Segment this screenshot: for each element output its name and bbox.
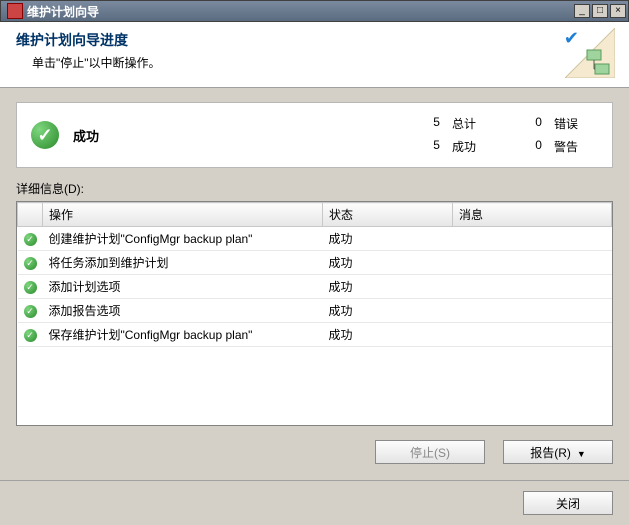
row-action: 保存维护计划"ConfigMgr backup plan" — [43, 323, 323, 347]
row-message — [453, 275, 612, 299]
col-icon[interactable] — [18, 203, 43, 227]
stop-button[interactable]: 停止(S) — [375, 440, 485, 464]
minimize-button[interactable]: _ — [574, 4, 590, 18]
col-message[interactable]: 消息 — [453, 203, 612, 227]
maximize-button[interactable]: □ — [592, 4, 608, 18]
status-label: 成功 — [73, 126, 213, 145]
report-button-label: 报告(R) — [530, 446, 571, 460]
table-row[interactable]: ✓添加报告选项成功 — [18, 299, 612, 323]
row-status: 成功 — [323, 275, 453, 299]
success-label: 成功 — [452, 138, 476, 155]
grid-header-row: 操作 状态 消息 — [18, 203, 612, 227]
row-status-icon: ✓ — [18, 227, 43, 251]
footer: 关闭 — [0, 480, 629, 525]
window-controls: _ □ × — [574, 4, 626, 18]
error-count: 0 — [526, 115, 542, 132]
success-count: 5 — [424, 138, 440, 155]
row-action: 添加计划选项 — [43, 275, 323, 299]
warning-label: 警告 — [554, 138, 578, 155]
row-status-icon: ✓ — [18, 299, 43, 323]
page-title: 维护计划向导进度 — [16, 30, 613, 50]
row-status: 成功 — [323, 299, 453, 323]
header-graphic-icon — [565, 28, 615, 78]
details-label: 详细信息(D): — [16, 180, 613, 197]
report-button[interactable]: 报告(R) ▼ — [503, 440, 613, 464]
row-status-icon: ✓ — [18, 251, 43, 275]
col-status[interactable]: 状态 — [323, 203, 453, 227]
row-message — [453, 323, 612, 347]
error-label: 错误 — [554, 115, 578, 132]
dropdown-arrow-icon: ▼ — [577, 449, 586, 459]
total-label: 总计 — [452, 115, 476, 132]
action-buttons: 停止(S) 报告(R) ▼ — [16, 426, 613, 464]
row-message — [453, 251, 612, 275]
title-bar: 维护计划向导 _ □ × — [0, 0, 629, 22]
row-message — [453, 299, 612, 323]
window-title: 维护计划向导 — [27, 3, 574, 20]
row-action: 添加报告选项 — [43, 299, 323, 323]
row-status-icon: ✓ — [18, 323, 43, 347]
status-stats: 5 总计 5 成功 0 错误 0 警告 — [227, 115, 598, 155]
row-status: 成功 — [323, 251, 453, 275]
details-grid[interactable]: 操作 状态 消息 ✓创建维护计划"ConfigMgr backup plan"成… — [16, 201, 613, 426]
row-message — [453, 227, 612, 251]
row-status-icon: ✓ — [18, 275, 43, 299]
wizard-header: 维护计划向导进度 单击"停止"以中断操作。 ✔ — [0, 22, 629, 88]
table-row[interactable]: ✓保存维护计划"ConfigMgr backup plan"成功 — [18, 323, 612, 347]
warning-count: 0 — [526, 138, 542, 155]
app-icon — [7, 3, 23, 19]
total-count: 5 — [424, 115, 440, 132]
table-row[interactable]: ✓创建维护计划"ConfigMgr backup plan"成功 — [18, 227, 612, 251]
table-row[interactable]: ✓添加计划选项成功 — [18, 275, 612, 299]
status-summary: ✓ 成功 5 总计 5 成功 0 错误 0 警告 — [16, 102, 613, 168]
page-subtitle: 单击"停止"以中断操作。 — [32, 54, 613, 71]
close-button[interactable]: 关闭 — [523, 491, 613, 515]
row-status: 成功 — [323, 323, 453, 347]
col-action[interactable]: 操作 — [43, 203, 323, 227]
row-status: 成功 — [323, 227, 453, 251]
table-row[interactable]: ✓将任务添加到维护计划成功 — [18, 251, 612, 275]
success-icon: ✓ — [31, 121, 59, 149]
close-window-button[interactable]: × — [610, 4, 626, 18]
row-action: 将任务添加到维护计划 — [43, 251, 323, 275]
row-action: 创建维护计划"ConfigMgr backup plan" — [43, 227, 323, 251]
